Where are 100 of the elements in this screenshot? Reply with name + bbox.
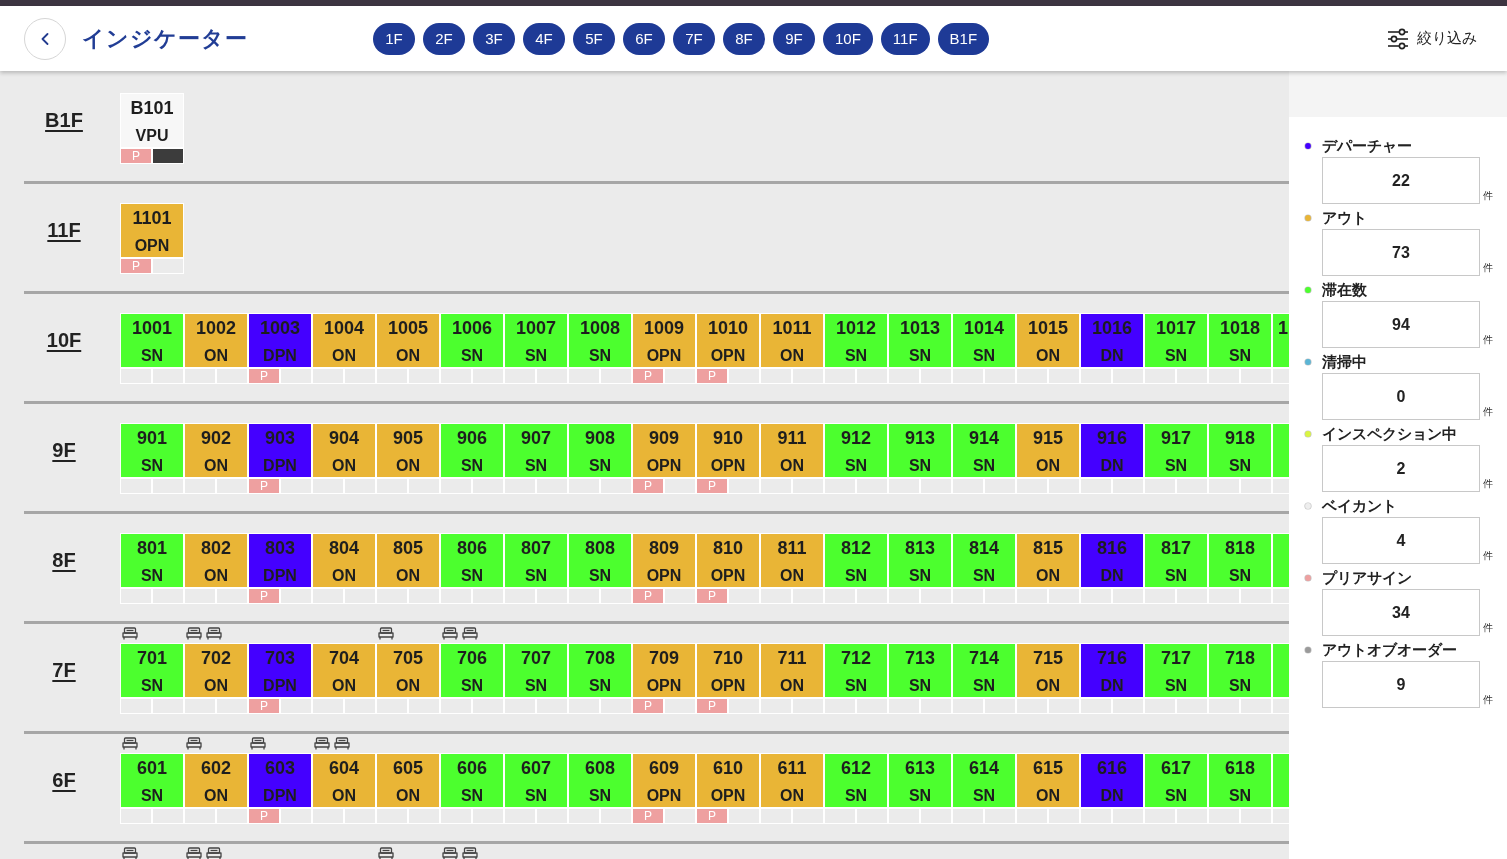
- room-cell[interactable]: 715 ON: [1017, 644, 1079, 697]
- floor-link[interactable]: B1F: [45, 109, 83, 132]
- room-cell[interactable]: 706 SN: [441, 644, 503, 697]
- room-cell[interactable]: 1002 ON: [185, 314, 247, 367]
- room-cell[interactable]: 907 SN: [505, 424, 567, 477]
- room-cell[interactable]: 812 SN: [825, 534, 887, 587]
- room-cell[interactable]: 1005 ON: [377, 314, 439, 367]
- room-cell[interactable]: 913 SN: [889, 424, 951, 477]
- floor-tab[interactable]: 11F: [880, 22, 930, 55]
- room-cell[interactable]: 1013 SN: [889, 314, 951, 367]
- room-cell[interactable]: 705 ON: [377, 644, 439, 697]
- room-cell[interactable]: 718 SN: [1209, 644, 1271, 697]
- floor-tab[interactable]: 5F: [573, 22, 615, 55]
- room-cell[interactable]: 811 ON: [761, 534, 823, 587]
- floor-link[interactable]: 6F: [52, 769, 76, 792]
- room-cell[interactable]: 814 SN: [953, 534, 1015, 587]
- room-cell[interactable]: 1: [1273, 314, 1289, 367]
- room-cell[interactable]: 607 SN: [505, 754, 567, 807]
- room-cell[interactable]: 905 ON: [377, 424, 439, 477]
- room-cell[interactable]: 609 OPN: [633, 754, 695, 807]
- room-cell[interactable]: 602 ON: [185, 754, 247, 807]
- room-cell[interactable]: 1014 SN: [953, 314, 1015, 367]
- room-cell[interactable]: 1011 ON: [761, 314, 823, 367]
- room-cell[interactable]: 1017 SN: [1145, 314, 1207, 367]
- room-cell[interactable]: 1006 SN: [441, 314, 503, 367]
- room-cell[interactable]: 701 SN: [121, 644, 183, 697]
- floor-link[interactable]: 10F: [46, 329, 82, 352]
- floor-tab[interactable]: 2F: [423, 22, 465, 55]
- room-cell[interactable]: 711 ON: [761, 644, 823, 697]
- room-cell[interactable]: 815 ON: [1017, 534, 1079, 587]
- room-cell[interactable]: 606 SN: [441, 754, 503, 807]
- room-cell[interactable]: 802 ON: [185, 534, 247, 587]
- room-cell[interactable]: 601 SN: [121, 754, 183, 807]
- room-cell[interactable]: 910 OPN: [697, 424, 759, 477]
- room-cell[interactable]: 806 SN: [441, 534, 503, 587]
- room-cell[interactable]: 908 SN: [569, 424, 631, 477]
- room-cell[interactable]: 611 ON: [761, 754, 823, 807]
- room-cell[interactable]: 610 OPN: [697, 754, 759, 807]
- room-cell[interactable]: 810 OPN: [697, 534, 759, 587]
- back-button[interactable]: [24, 17, 66, 60]
- room-cell[interactable]: 1001 SN: [121, 314, 183, 367]
- room-cell[interactable]: 707 SN: [505, 644, 567, 697]
- room-cell[interactable]: B101 VPU: [121, 94, 183, 147]
- room-cell[interactable]: 906 SN: [441, 424, 503, 477]
- room-cell[interactable]: 617 SN: [1145, 754, 1207, 807]
- room-cell[interactable]: 804 ON: [313, 534, 375, 587]
- floor-link[interactable]: 9F: [52, 439, 76, 462]
- room-cell[interactable]: 604 ON: [313, 754, 375, 807]
- floor-tab[interactable]: 7F: [673, 22, 715, 55]
- room-cell[interactable]: 912 SN: [825, 424, 887, 477]
- room-cell[interactable]: 708 SN: [569, 644, 631, 697]
- room-cell[interactable]: 717 SN: [1145, 644, 1207, 697]
- room-cell[interactable]: 714 SN: [953, 644, 1015, 697]
- room-cell[interactable]: 805 ON: [377, 534, 439, 587]
- floor-link[interactable]: 7F: [52, 659, 76, 682]
- room-cell[interactable]: 909 OPN: [633, 424, 695, 477]
- room-cell[interactable]: 918 SN: [1209, 424, 1271, 477]
- room-cell[interactable]: 808 SN: [569, 534, 631, 587]
- room-cell[interactable]: 615 ON: [1017, 754, 1079, 807]
- floor-tab[interactable]: 1F: [373, 22, 415, 55]
- room-cell[interactable]: 807 SN: [505, 534, 567, 587]
- room-cell[interactable]: 914 SN: [953, 424, 1015, 477]
- floor-link[interactable]: 11F: [47, 219, 81, 242]
- room-cell[interactable]: 1018 SN: [1209, 314, 1271, 367]
- room-cell[interactable]: 1101 OPN: [121, 204, 183, 257]
- room-cell[interactable]: 917 SN: [1145, 424, 1207, 477]
- filter-button[interactable]: 絞り込み: [1387, 25, 1477, 52]
- room-cell[interactable]: 1010 OPN: [697, 314, 759, 367]
- room-cell[interactable]: 612 SN: [825, 754, 887, 807]
- floor-tab[interactable]: 9F: [773, 22, 815, 55]
- room-cell[interactable]: 1015 ON: [1017, 314, 1079, 367]
- floor-link[interactable]: 8F: [52, 549, 76, 572]
- room-cell[interactable]: 1004 ON: [313, 314, 375, 367]
- room-cell[interactable]: 1012 SN: [825, 314, 887, 367]
- room-cell[interactable]: 709 OPN: [633, 644, 695, 697]
- floor-tab[interactable]: B1F: [937, 22, 990, 55]
- room-cell[interactable]: 713 SN: [889, 644, 951, 697]
- room-cell[interactable]: 904 ON: [313, 424, 375, 477]
- room-cell[interactable]: 902 ON: [185, 424, 247, 477]
- floor-tab[interactable]: 4F: [523, 22, 565, 55]
- floor-tab[interactable]: 3F: [473, 22, 515, 55]
- room-cell[interactable]: 605 ON: [377, 754, 439, 807]
- room-cell[interactable]: 618 SN: [1209, 754, 1271, 807]
- floor-tab[interactable]: 6F: [623, 22, 665, 55]
- room-cell[interactable]: 614 SN: [953, 754, 1015, 807]
- room-cell[interactable]: 801 SN: [121, 534, 183, 587]
- room-cell[interactable]: 1007 SN: [505, 314, 567, 367]
- room-cell[interactable]: 818 SN: [1209, 534, 1271, 587]
- room-cell[interactable]: 813 SN: [889, 534, 951, 587]
- floor-tab[interactable]: 8F: [723, 22, 765, 55]
- room-cell[interactable]: 901 SN: [121, 424, 183, 477]
- room-cell[interactable]: 608 SN: [569, 754, 631, 807]
- room-cell[interactable]: 702 ON: [185, 644, 247, 697]
- floor-tab[interactable]: 10F: [823, 22, 873, 55]
- room-cell[interactable]: 809 OPN: [633, 534, 695, 587]
- room-cell[interactable]: 1009 OPN: [633, 314, 695, 367]
- room-cell[interactable]: 911 ON: [761, 424, 823, 477]
- room-cell[interactable]: 712 SN: [825, 644, 887, 697]
- room-cell[interactable]: 1008 SN: [569, 314, 631, 367]
- room-cell[interactable]: 613 SN: [889, 754, 951, 807]
